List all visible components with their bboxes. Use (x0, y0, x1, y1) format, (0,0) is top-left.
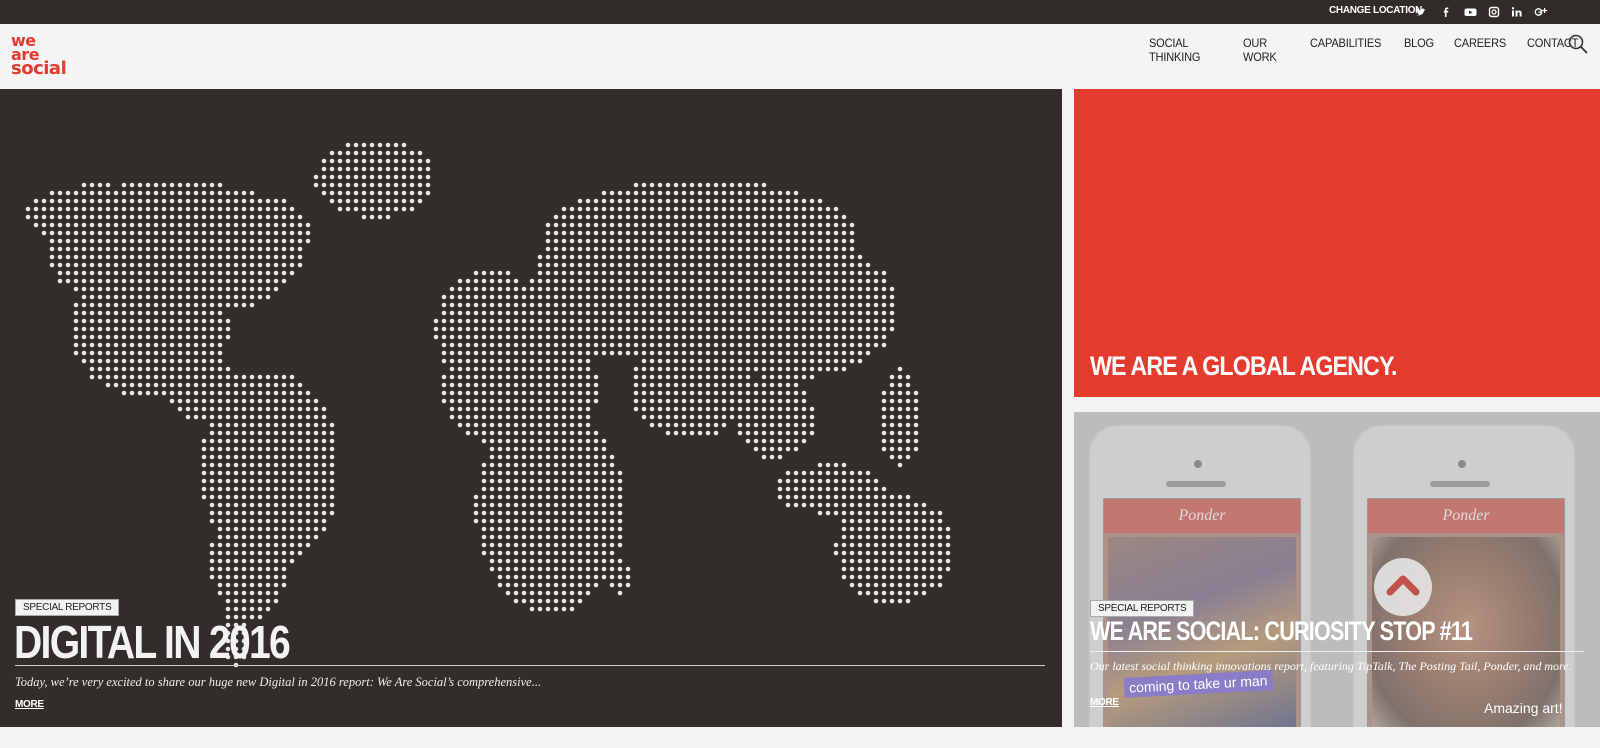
card-more-link[interactable]: MORE (1090, 697, 1119, 708)
top-bar: CHANGE LOCATION (0, 0, 1600, 24)
chevron-up-icon (1386, 575, 1420, 596)
curiosity-stop-card[interactable]: Ponder Ponder coming to take ur man Amaz… (1074, 412, 1600, 727)
card-excerpt: Our latest social thinking innovations r… (1090, 659, 1572, 673)
facebook-icon[interactable] (1438, 4, 1454, 20)
twitter-icon[interactable] (1413, 4, 1429, 20)
google-plus-icon[interactable] (1533, 4, 1549, 20)
nav-blog[interactable]: BLOG (1404, 36, 1434, 64)
search-icon[interactable] (1567, 33, 1589, 55)
youtube-icon[interactable] (1462, 4, 1478, 20)
change-location-link[interactable]: CHANGE LOCATION (1329, 5, 1422, 16)
card-divider (1090, 651, 1584, 652)
photo-caption-right: Amazing art! (1484, 700, 1563, 716)
scroll-to-top-button[interactable] (1374, 558, 1432, 616)
hero-excerpt: Today, we’re very excited to share our h… (15, 675, 542, 689)
we-are-social-logo[interactable]: we are social (11, 33, 71, 79)
global-agency-promo[interactable]: WE ARE A GLOBAL AGENCY. (1074, 89, 1600, 397)
nav-careers[interactable]: CAREERS (1454, 36, 1506, 64)
promo-title: WE ARE A GLOBAL AGENCY. (1090, 351, 1397, 381)
hero-title[interactable]: DIGITAL IN 2016 (14, 615, 291, 669)
instagram-icon[interactable] (1486, 4, 1502, 20)
hero-feature[interactable]: SPECIAL REPORTS DIGITAL IN 2016 Today, w… (0, 89, 1062, 727)
logo-line-3: social (11, 58, 67, 79)
hero-divider (15, 665, 1045, 666)
linkedin-icon[interactable] (1509, 4, 1525, 20)
nav-social-thinking[interactable]: SOCIAL THINKING (1149, 36, 1220, 64)
nav-our-work[interactable]: OUR WORK (1243, 36, 1289, 64)
card-category-tag[interactable]: SPECIAL REPORTS (1090, 600, 1195, 617)
main-nav: SOCIAL THINKING OUR WORK CAPABILITIES BL… (1149, 36, 1600, 64)
hero-category-tag[interactable]: SPECIAL REPORTS (15, 599, 120, 616)
hero-more-link[interactable]: MORE (15, 699, 44, 710)
card-title[interactable]: WE ARE SOCIAL: CURIOSITY STOP #11 (1090, 616, 1473, 647)
main-header: we are social SOCIAL THINKING OUR WORK C… (0, 24, 1600, 89)
nav-capabilities[interactable]: CAPABILITIES (1310, 36, 1381, 64)
